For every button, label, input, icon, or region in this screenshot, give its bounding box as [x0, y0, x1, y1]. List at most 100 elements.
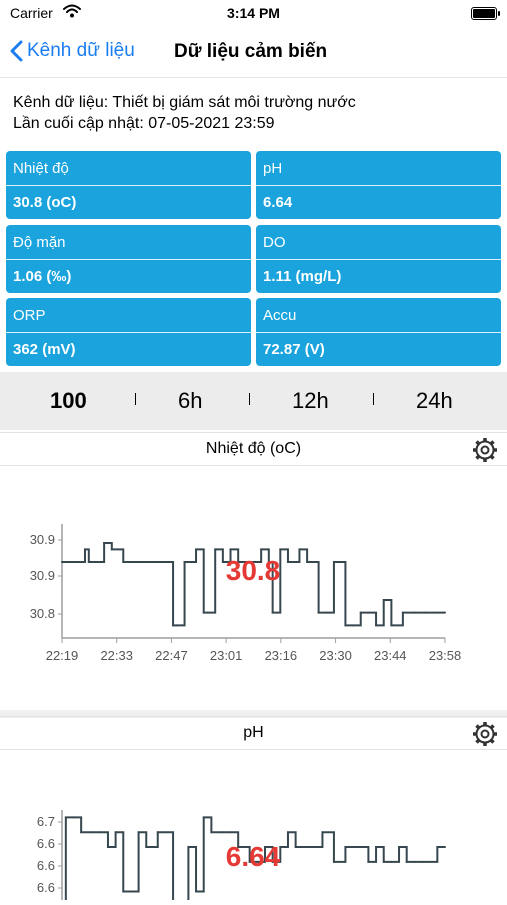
- tile-do[interactable]: DO 1.11 (mg/L): [256, 225, 501, 293]
- data-point: [306, 846, 309, 849]
- data-point: [340, 561, 343, 563]
- data-point: [172, 624, 175, 627]
- data-point: [164, 561, 167, 563]
- y-tick-label: 6.6: [37, 836, 55, 851]
- temperature-chart[interactable]: 30.9 30.9 30.8 22:19 22:33 22:47 23:01 23:16 23:…: [0, 466, 507, 710]
- data-point: [317, 611, 320, 614]
- range-option-6h[interactable]: 6h: [178, 388, 202, 414]
- data-point: [344, 624, 347, 627]
- data-point: [99, 831, 102, 834]
- data-point: [164, 831, 167, 834]
- data-point: [72, 816, 75, 819]
- current-value-label: 30.8: [226, 555, 281, 586]
- data-point: [294, 561, 297, 563]
- data-point: [401, 611, 404, 614]
- x-tick-label: 23:44: [374, 648, 407, 663]
- y-tick-label: 6.7: [37, 814, 55, 829]
- tile-label: pH: [263, 160, 283, 177]
- chart-title: pH: [243, 724, 264, 741]
- data-point: [145, 846, 148, 849]
- range-option-24h[interactable]: 24h: [416, 388, 453, 414]
- range-option-12h[interactable]: 12h: [292, 388, 329, 414]
- data-point: [398, 846, 401, 849]
- gear-icon[interactable]: [471, 436, 499, 469]
- battery-icon: [471, 7, 500, 20]
- tile-value: 362 (mV): [13, 341, 76, 358]
- data-point: [202, 611, 205, 614]
- tile-value: 6.64: [263, 194, 293, 211]
- range-option-100[interactable]: 100: [50, 388, 87, 414]
- data-point: [325, 611, 328, 614]
- data-point: [156, 831, 159, 834]
- data-point: [95, 561, 98, 563]
- data-point: [428, 860, 431, 863]
- data-point: [83, 548, 86, 551]
- x-tick-label: 23:58: [429, 648, 462, 663]
- data-point: [129, 890, 132, 893]
- y-tick-label: 6.6: [37, 880, 55, 895]
- x-tick-label: 22:33: [100, 648, 133, 663]
- data-point: [80, 831, 83, 834]
- data-point: [421, 860, 424, 863]
- data-point: [137, 831, 140, 834]
- data-point: [306, 561, 309, 563]
- y-tick-label: 6.6: [37, 858, 55, 873]
- chart-title: Nhiệt độ (oC): [205, 440, 302, 457]
- x-tick-label: 23:16: [265, 648, 298, 663]
- ph-chart-svg: 6.7 6.6 6.6 6.6 6.64: [37, 810, 446, 905]
- data-point: [271, 611, 274, 614]
- tile-label: Nhiệt độ: [13, 160, 69, 177]
- y-tick-label: 30.9: [30, 532, 55, 547]
- data-point: [313, 846, 316, 849]
- x-tick-label: 23:30: [319, 648, 352, 663]
- tile-label: Độ mặn: [13, 234, 66, 251]
- data-point: [298, 548, 301, 551]
- tile-temperature[interactable]: Nhiệt độ 30.8 (oC): [6, 151, 251, 219]
- data-point: [260, 548, 263, 551]
- time-range-selector: 100 6h 12h 24h: [0, 372, 507, 430]
- data-point: [187, 846, 190, 849]
- sensor-tiles: Nhiệt độ 30.8 (oC) pH 6.64 Độ mặn 1.06 (…: [6, 151, 501, 366]
- data-point: [64, 816, 67, 819]
- gear-icon[interactable]: [471, 720, 499, 753]
- data-point: [321, 831, 324, 834]
- x-tick-label: 22:19: [46, 648, 79, 663]
- ph-chart-header: pH: [0, 716, 507, 750]
- data-point: [313, 561, 316, 563]
- tile-value: 30.8 (oC): [13, 194, 77, 211]
- data-point: [110, 548, 113, 551]
- tile-accu[interactable]: Accu 72.87 (V): [256, 298, 501, 366]
- data-point: [206, 611, 209, 614]
- data-point: [152, 561, 155, 563]
- data-point: [103, 542, 106, 544]
- data-point: [436, 611, 439, 614]
- chevron-left-icon: [10, 40, 23, 62]
- data-point: [122, 561, 125, 563]
- data-point: [413, 860, 416, 863]
- range-divider: [373, 393, 374, 405]
- data-point: [156, 561, 159, 563]
- range-divider: [135, 393, 136, 405]
- data-point: [424, 611, 427, 614]
- data-point: [375, 846, 378, 849]
- data-point: [221, 831, 224, 834]
- data-point: [195, 890, 198, 893]
- tile-orp[interactable]: ORP 362 (mV): [6, 298, 251, 366]
- data-point: [122, 890, 125, 893]
- data-point: [279, 548, 282, 551]
- data-point: [141, 561, 144, 563]
- data-point: [286, 831, 289, 834]
- data-point: [87, 561, 90, 563]
- tile-salinity[interactable]: Độ mặn 1.06 (‰): [6, 225, 251, 293]
- data-point: [390, 860, 393, 863]
- data-point: [444, 846, 446, 849]
- ph-chart[interactable]: 6.7 6.6 6.6 6.6 6.64: [0, 750, 507, 905]
- data-point: [183, 561, 186, 563]
- data-point: [137, 561, 140, 563]
- data-point: [114, 831, 117, 834]
- data-point: [390, 624, 393, 627]
- back-button[interactable]: Kênh dữ liệu: [10, 40, 135, 62]
- data-point: [375, 624, 378, 627]
- data-point: [221, 561, 224, 563]
- tile-ph[interactable]: pH 6.64: [256, 151, 501, 219]
